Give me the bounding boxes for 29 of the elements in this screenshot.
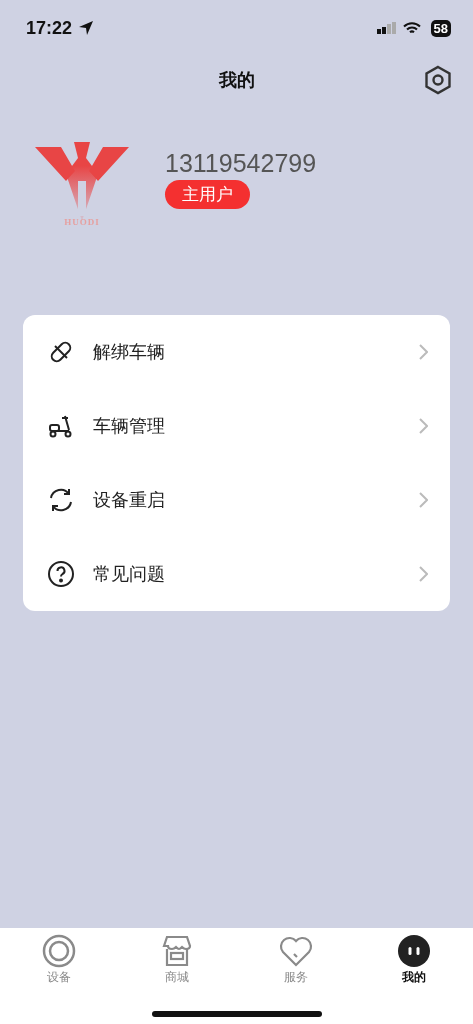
face-icon bbox=[396, 934, 431, 968]
ring-icon bbox=[42, 934, 77, 968]
menu-item[interactable]: 车辆管理 bbox=[23, 389, 450, 463]
phone-number: 13119542799 bbox=[165, 149, 317, 178]
battery-level: 58 bbox=[430, 19, 451, 37]
role-badge: 主用户 bbox=[165, 180, 250, 209]
chevron-icon bbox=[419, 566, 428, 582]
tab[interactable]: 我的 bbox=[354, 934, 473, 986]
refresh-icon bbox=[47, 486, 75, 514]
logo-text: HUODI bbox=[64, 217, 100, 227]
page-title: 我的 bbox=[217, 68, 256, 92]
wifi-icon bbox=[402, 21, 421, 35]
menu-item[interactable]: 解绑车辆 bbox=[23, 315, 450, 389]
tab[interactable]: 服务 bbox=[236, 934, 355, 986]
settings-icon bbox=[423, 65, 453, 95]
clock: 17:22 bbox=[26, 17, 73, 39]
heart-icon bbox=[278, 934, 313, 968]
signal-icon bbox=[376, 22, 397, 34]
location-arrow-icon bbox=[78, 20, 95, 36]
tab[interactable]: 商城 bbox=[118, 934, 237, 986]
logo-icon bbox=[35, 141, 129, 221]
tab[interactable]: 设备 bbox=[0, 934, 119, 986]
settings-button[interactable] bbox=[423, 65, 453, 95]
chevron-icon bbox=[419, 418, 428, 434]
chevron-icon bbox=[419, 492, 428, 508]
menu-item[interactable]: 设备重启 bbox=[23, 463, 450, 537]
chevron-icon bbox=[419, 344, 428, 360]
help-icon bbox=[47, 560, 75, 588]
menu-item[interactable]: 常见问题 bbox=[23, 537, 450, 611]
